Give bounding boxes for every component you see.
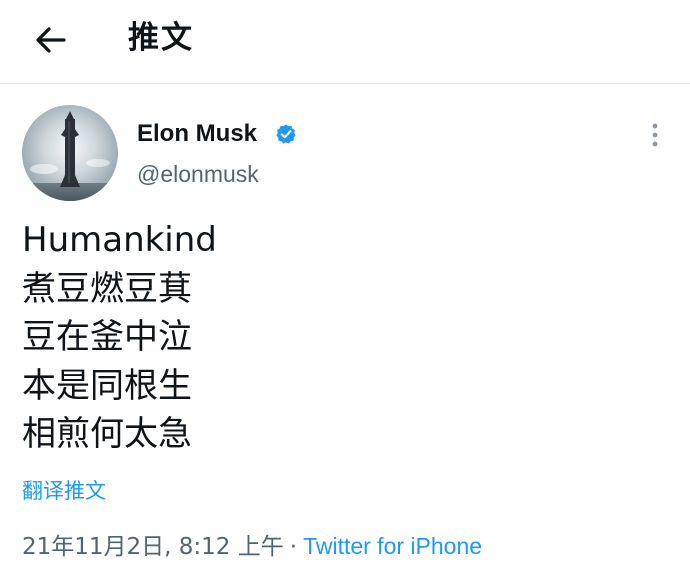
- tweet-line: Humankind: [22, 220, 217, 260]
- back-button[interactable]: [30, 22, 70, 58]
- tweet-line: 豆在釜中泣: [22, 317, 192, 357]
- meta-separator: ·: [289, 534, 298, 560]
- page-title: 推文: [128, 20, 194, 56]
- tweet-meta: 21年11月2日, 8:12 上午 · Twitter for iPhone: [22, 530, 482, 563]
- tweet-text: Humankind 煮豆燃豆萁 豆在釜中泣 本是同根生 相煎何太急: [22, 216, 217, 459]
- tweet-source-link[interactable]: Twitter for iPhone: [303, 533, 482, 559]
- vertical-ellipsis-icon: [652, 123, 658, 147]
- author-handle[interactable]: @elonmusk: [137, 158, 259, 190]
- tweet-timestamp[interactable]: 21年11月2日, 8:12 上午: [22, 534, 284, 560]
- author-name[interactable]: Elon Musk: [137, 118, 257, 150]
- avatar[interactable]: [22, 105, 118, 201]
- starship-avatar: [22, 105, 118, 201]
- translate-tweet-link[interactable]: 翻译推文: [22, 476, 106, 506]
- arrow-left-icon: [36, 27, 66, 53]
- top-bar: 推文: [0, 0, 690, 84]
- more-options-button[interactable]: [640, 120, 670, 150]
- tweet-line: 相煎何太急: [22, 414, 192, 454]
- tweet-line: 煮豆燃豆萁: [22, 268, 192, 309]
- verified-badge-icon: [276, 124, 296, 144]
- tweet-line: 本是同根生: [22, 365, 192, 406]
